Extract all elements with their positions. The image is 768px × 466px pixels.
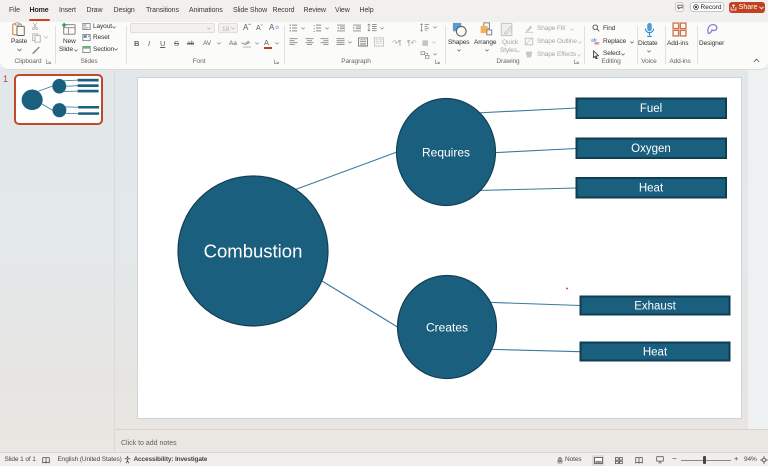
- svg-text:ac: ac: [594, 42, 600, 45]
- svg-text:Combustion: Combustion: [204, 241, 303, 262]
- svg-text:Heat: Heat: [639, 183, 664, 195]
- svg-text:Requires: Requires: [422, 146, 470, 160]
- svg-text:Exhaust: Exhaust: [634, 301, 676, 313]
- svg-text:Heat: Heat: [643, 347, 668, 359]
- svg-text:Oxygen: Oxygen: [631, 143, 671, 155]
- svg-text:Fuel: Fuel: [640, 103, 662, 115]
- svg-text:Creates: Creates: [426, 321, 468, 335]
